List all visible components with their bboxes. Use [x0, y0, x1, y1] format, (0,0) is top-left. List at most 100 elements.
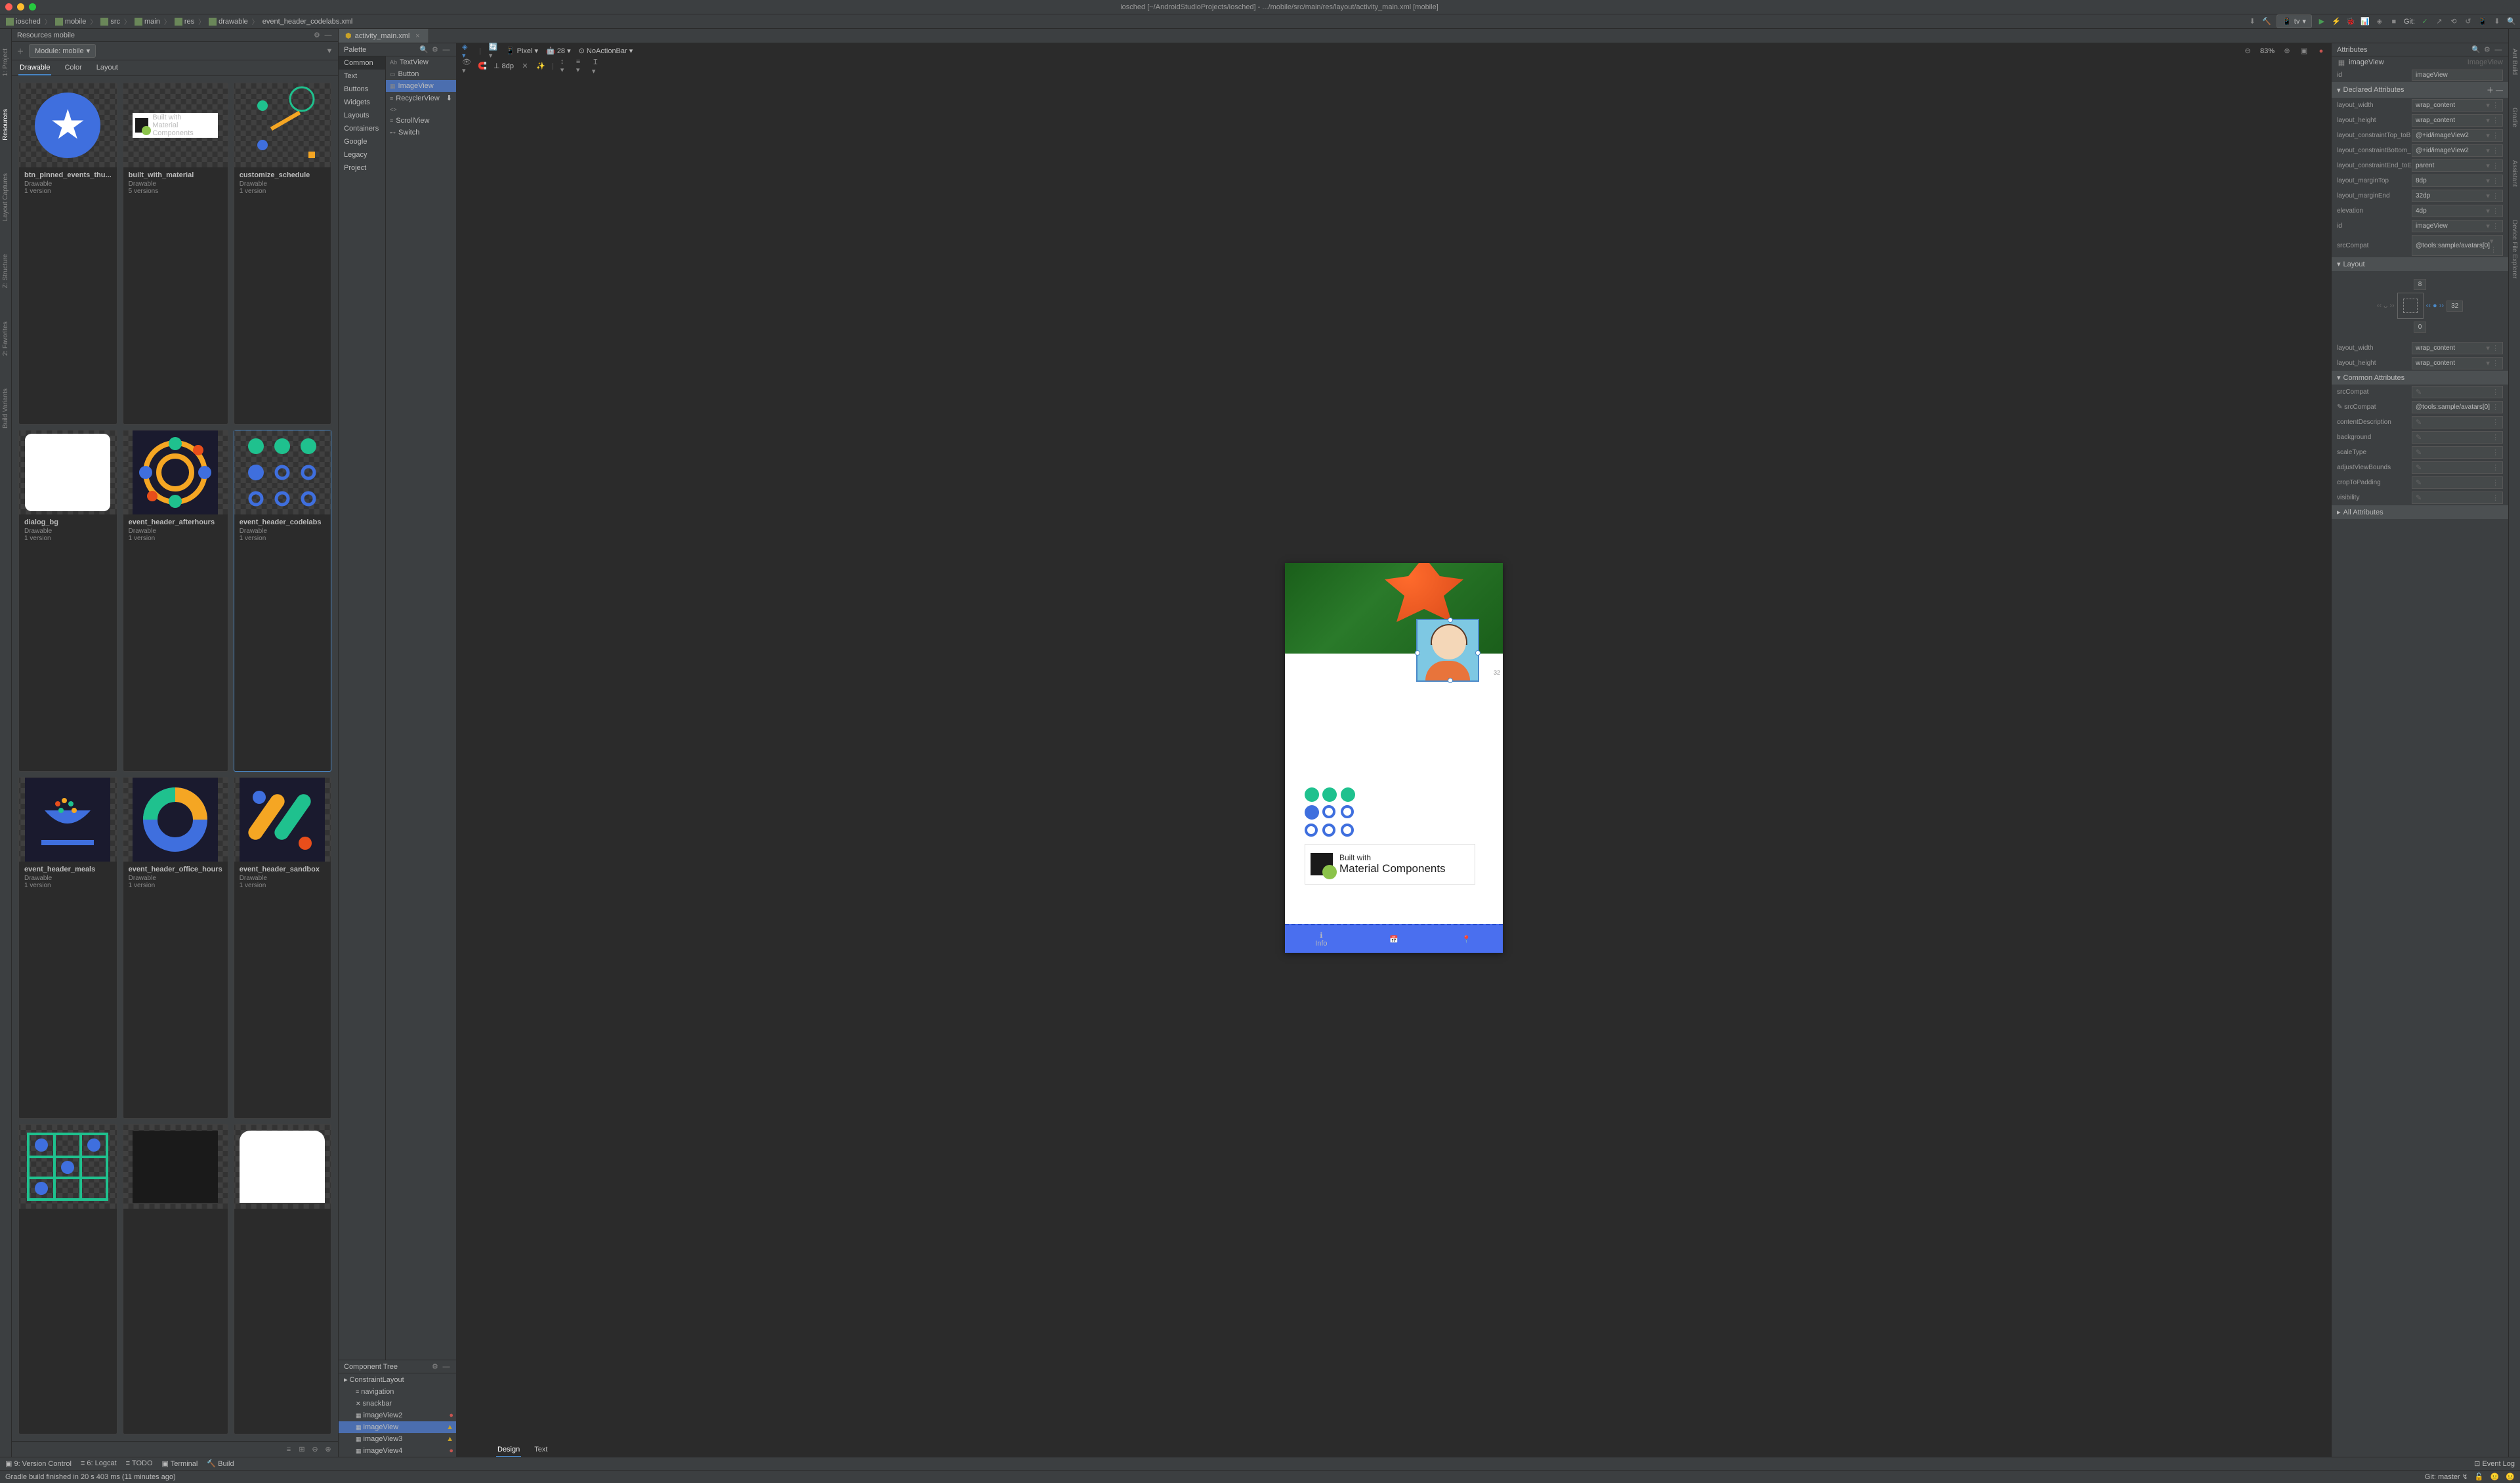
tree-item[interactable]: ▦ imageView3▲ — [339, 1433, 456, 1445]
minimize-icon[interactable]: — — [2494, 45, 2503, 54]
profile-icon[interactable]: 📊 — [2361, 17, 2370, 26]
resource-card[interactable]: customize_scheduleDrawable1 version — [234, 83, 331, 425]
git-history-icon[interactable]: ⟲ — [2449, 17, 2458, 26]
attr-input[interactable]: @+id/imageView2▾ ⋮ — [2412, 129, 2503, 142]
text-tab[interactable]: Text — [533, 1443, 549, 1457]
minimize-icon[interactable]: — — [442, 45, 451, 54]
resource-card[interactable]: btn_pinned_events_thu...Drawable1 versio… — [18, 83, 117, 425]
list-view-icon[interactable]: ≡ — [284, 1445, 293, 1454]
guideline-icon[interactable]: Ｉ ▾ — [592, 62, 601, 71]
palette-category[interactable]: Common — [339, 56, 385, 70]
palette-item[interactable]: ⊷ Switch — [386, 127, 456, 138]
sidebar-tab-assistant[interactable]: Assistant — [2511, 160, 2518, 187]
search-icon[interactable]: 🔍 — [419, 45, 429, 54]
sidebar-tab-captures[interactable]: Layout Captures — [2, 173, 9, 221]
tab-color[interactable]: Color — [63, 61, 83, 75]
gear-icon[interactable]: ⚙ — [2483, 45, 2492, 54]
resource-card[interactable]: event_header_office_hoursDrawable1 versi… — [123, 777, 228, 1119]
zoom-out-icon[interactable]: ⊖ — [2243, 47, 2252, 56]
attr-input[interactable]: imageView▾ ⋮ — [2412, 220, 2503, 232]
breadcrumb-item[interactable]: res — [173, 17, 196, 26]
status-build[interactable]: 🔨 Build — [207, 1459, 234, 1468]
palette-category[interactable]: Buttons — [339, 83, 385, 96]
palette-category[interactable]: Text — [339, 70, 385, 83]
debug-icon[interactable]: 🐞 — [2346, 17, 2355, 26]
palette-category[interactable]: Google — [339, 135, 385, 148]
resource-card[interactable]: event_header_afterhoursDrawable1 version — [123, 430, 228, 772]
lock-icon[interactable]: 🔓 — [2475, 1473, 2484, 1481]
resource-card[interactable]: event_header_codelabsDrawable1 version — [234, 430, 331, 772]
breadcrumb-item[interactable]: src — [98, 17, 122, 26]
palette-category[interactable]: Project — [339, 161, 385, 175]
apply-changes-icon[interactable]: ⚡ — [2332, 17, 2341, 26]
attr-input[interactable]: ✎⋮ — [2412, 446, 2503, 459]
sidebar-tab-deviceexp[interactable]: Device File Explorer — [2511, 220, 2518, 278]
breadcrumb-item[interactable]: mobile — [53, 17, 88, 26]
orientation-icon[interactable]: 🔄 ▾ — [489, 47, 498, 56]
search-icon[interactable]: 🔍 — [2471, 45, 2481, 54]
id-input[interactable]: imageView — [2412, 70, 2503, 81]
resource-card[interactable]: event_header_sandboxDrawable1 version — [234, 777, 331, 1119]
gear-icon[interactable]: ⚙ — [312, 30, 322, 39]
build-icon[interactable]: ⬇ — [2248, 17, 2257, 26]
palette-item[interactable]: ▦ ImageView — [386, 80, 456, 92]
sidebar-tab-project[interactable]: 1: Project — [2, 49, 9, 76]
infer-icon[interactable]: ✨ — [536, 62, 545, 71]
attr-input[interactable]: wrap_content▾ ⋮ — [2412, 357, 2503, 369]
tab-drawable[interactable]: Drawable — [18, 61, 51, 75]
attr-input[interactable]: wrap_content▾ ⋮ — [2412, 342, 2503, 354]
run-config-picker[interactable]: 📱 tv ▾ — [2277, 14, 2312, 28]
sidebar-tab-favorites[interactable]: 2: Favorites — [2, 322, 9, 356]
sidebar-tab-variants[interactable]: Build Variants — [2, 388, 9, 428]
resource-card[interactable]: Built withMaterial Componentsbuilt_with_… — [123, 83, 228, 425]
minimize-icon[interactable]: — — [324, 31, 333, 40]
module-picker[interactable]: Module: mobile ▾ — [29, 44, 96, 58]
default-margin[interactable]: ⊥ 8dp — [494, 62, 514, 70]
git-push-icon[interactable]: ↗ — [2435, 17, 2444, 26]
imageview-avatar-selected[interactable] — [1416, 619, 1479, 682]
breadcrumb-item[interactable]: event_header_codelabs.xml — [261, 17, 355, 26]
tree-item[interactable]: ▦ imageView4● — [339, 1445, 456, 1457]
section-layout[interactable]: ▾ Layout — [2332, 257, 2508, 271]
breadcrumb-item[interactable]: main — [133, 17, 162, 26]
attr-input[interactable]: ✎⋮ — [2412, 431, 2503, 444]
gear-icon[interactable]: ⚙ — [430, 1362, 440, 1371]
device-picker[interactable]: 📱 Pixel ▾ — [506, 47, 538, 55]
event-log[interactable]: ⊡ Event Log — [2474, 1459, 2515, 1468]
resource-card[interactable] — [18, 1124, 117, 1434]
section-declared[interactable]: ▾ Declared Attributes＋ — — [2332, 82, 2508, 98]
git-branch[interactable]: Git: master ↯ — [2425, 1473, 2468, 1481]
imageview4-builtwith[interactable]: Built withMaterial Components — [1305, 844, 1475, 885]
attr-input[interactable]: @+id/imageView2▾ ⋮ — [2412, 144, 2503, 157]
status-logcat[interactable]: ≡ 6: Logcat — [81, 1459, 117, 1468]
avd-icon[interactable]: 📱 — [2478, 17, 2487, 26]
attr-input[interactable]: 8dp▾ ⋮ — [2412, 175, 2503, 187]
attr-input[interactable]: 32dp▾ ⋮ — [2412, 190, 2503, 202]
view-mode-icon[interactable]: 👁 ▾ — [462, 62, 471, 71]
imageview3-codelabs[interactable] — [1305, 787, 1358, 841]
align-icon[interactable]: ≡ ▾ — [576, 62, 585, 71]
api-picker[interactable]: 🤖 28 ▾ — [546, 47, 571, 55]
minimize-window[interactable] — [17, 3, 24, 10]
attr-input[interactable]: ✎⋮ — [2412, 461, 2503, 474]
attr-input[interactable]: ✎⋮ — [2412, 386, 2503, 398]
resource-card[interactable]: event_header_mealsDrawable1 version — [18, 777, 117, 1119]
palette-item[interactable]: Ab TextView — [386, 56, 456, 68]
git-revert-icon[interactable]: ↺ — [2464, 17, 2473, 26]
reset-zoom-icon[interactable]: ▣ — [2300, 47, 2309, 56]
resource-card[interactable] — [123, 1124, 228, 1434]
clear-constraints-icon[interactable]: ✕ — [520, 62, 530, 71]
zoom-out-icon[interactable]: ⊖ — [310, 1445, 320, 1454]
attr-input[interactable]: 4dp▾ ⋮ — [2412, 205, 2503, 217]
palette-item[interactable]: ▭ Button — [386, 68, 456, 80]
palette-item[interactable]: ≡ ScrollView — [386, 115, 456, 127]
status-todo[interactable]: ≡ TODO — [126, 1459, 153, 1468]
tab-layout[interactable]: Layout — [95, 61, 119, 75]
attr-input[interactable]: @tools:sample/avatars[0]▾ ⋮ — [2412, 235, 2503, 256]
attr-input[interactable]: wrap_content▾ ⋮ — [2412, 99, 2503, 112]
breadcrumb-item[interactable]: iosched — [4, 17, 43, 26]
git-commit-icon[interactable]: ✓ — [2420, 17, 2429, 26]
file-tab[interactable]: ⬢ activity_main.xml × — [339, 29, 429, 43]
run-icon[interactable]: ▶ — [2317, 17, 2326, 26]
grid-view-icon[interactable]: ⊞ — [297, 1445, 306, 1454]
